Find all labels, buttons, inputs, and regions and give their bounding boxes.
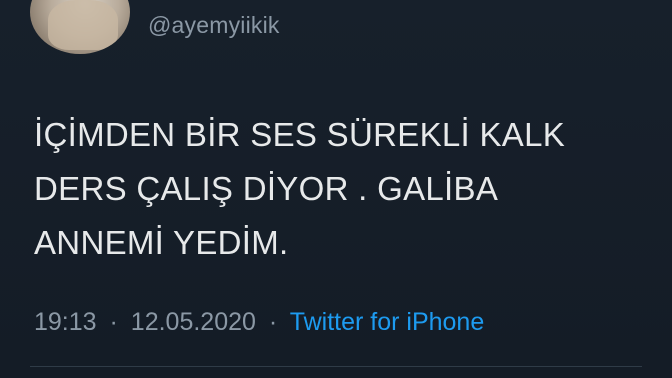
tweet-source-link[interactable]: Twitter for iPhone <box>290 308 485 336</box>
meta-separator: · <box>109 308 118 336</box>
avatar-photo <box>48 0 118 50</box>
meta-separator: · <box>268 308 278 336</box>
divider <box>30 366 642 367</box>
avatar[interactable] <box>30 0 130 54</box>
user-handle[interactable]: @ayemyiikik <box>148 12 280 39</box>
tweet-text-line: ANNEMİ YEDİM. <box>34 224 289 261</box>
tweet-time[interactable]: 19:13 <box>34 308 97 336</box>
tweet-text: İÇİMDEN BİR SES SÜREKLİ KALK DERS ÇALIŞ … <box>34 108 654 270</box>
tweet-text-line: İÇİMDEN BİR SES SÜREKLİ KALK <box>34 116 566 153</box>
tweet-text-line: DERS ÇALIŞ DİYOR . GALİBA <box>34 170 499 207</box>
tweet-meta: 19:13 · 12.05.2020 · Twitter for iPhone <box>34 308 484 337</box>
tweet-card: @ayemyiikik İÇİMDEN BİR SES SÜREKLİ KALK… <box>0 0 672 378</box>
tweet-date[interactable]: 12.05.2020 <box>131 308 256 336</box>
